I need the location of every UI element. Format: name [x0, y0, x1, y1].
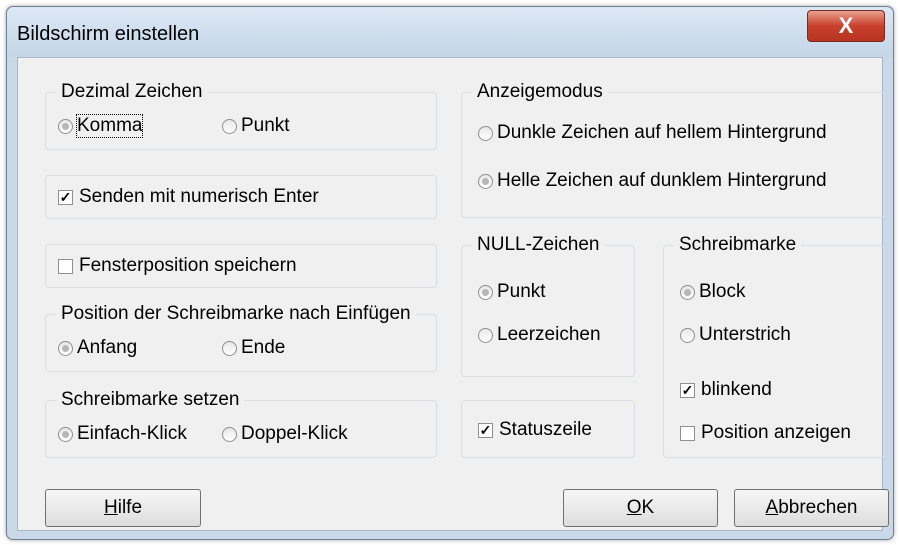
dialog-client-area: Dezimal Zeichen Komma Punkt ✓ Senden mit…	[17, 57, 889, 531]
checkbox-blinkend-label: blinkend	[701, 379, 772, 400]
close-icon: X	[838, 13, 854, 38]
checkbox-position-anzeigen[interactable]: Position anzeigen	[680, 422, 851, 444]
radio-icon	[222, 426, 237, 442]
abbrechen-label-rest: bbrechen	[778, 497, 858, 518]
dezimal-zeichen-group: Dezimal Zeichen Komma Punkt	[45, 81, 437, 150]
radio-icon	[680, 327, 695, 343]
schreibmarke-setzen-legend: Schreibmarke setzen	[56, 389, 245, 411]
radio-dunkle-zeichen-label: Dunkle Zeichen auf hellem Hintergrund	[497, 122, 827, 143]
close-button[interactable]: X	[807, 10, 885, 42]
checkbox-statuszeile[interactable]: ✓ Statuszeile	[478, 419, 592, 441]
radio-anfang[interactable]: Anfang	[58, 337, 137, 359]
hilfe-label-rest: ilfe	[117, 497, 143, 518]
checkbox-senden-label: Senden mit numerisch Enter	[79, 186, 319, 207]
position-nach-einfuegen-group: Position der Schreibmarke nach Einfügen …	[45, 303, 437, 372]
radio-block-label: Block	[699, 281, 746, 302]
radio-selected-icon	[58, 426, 73, 442]
fensterposition-group: Fensterposition speichern	[45, 244, 437, 288]
radio-komma-label: Komma	[75, 114, 144, 138]
radio-unterstrich[interactable]: Unterstrich	[680, 324, 791, 346]
radio-null-punkt[interactable]: Punkt	[478, 281, 546, 303]
radio-komma[interactable]: Komma	[58, 114, 144, 138]
radio-icon	[478, 125, 493, 141]
checkbox-checked-icon: ✓	[58, 188, 73, 205]
radio-ende-label: Ende	[241, 337, 286, 358]
radio-selected-icon	[478, 284, 493, 300]
radio-null-punkt-label: Punkt	[497, 281, 546, 302]
radio-icon	[478, 327, 493, 343]
radio-selected-icon	[680, 284, 695, 300]
schreibmarke-setzen-group: Schreibmarke setzen Einfach-Klick Doppel…	[45, 389, 437, 458]
hilfe-mnemonic: H	[103, 497, 118, 518]
radio-punkt-label: Punkt	[241, 115, 290, 136]
null-zeichen-group: NULL-Zeichen Punkt Leerzeichen	[461, 234, 635, 377]
null-zeichen-legend: NULL-Zeichen	[472, 234, 605, 256]
radio-unterstrich-label: Unterstrich	[699, 324, 791, 345]
checkbox-icon	[58, 258, 73, 274]
anzeigemodus-legend: Anzeigemodus	[472, 81, 608, 103]
radio-leerzeichen[interactable]: Leerzeichen	[478, 324, 601, 346]
radio-selected-icon	[478, 173, 493, 189]
checkbox-statuszeile-label: Statuszeile	[499, 419, 592, 440]
schreibmarke-group: Schreibmarke Block Unterstrich ✓ blinken…	[663, 234, 885, 458]
checkbox-position-anzeigen-label: Position anzeigen	[701, 422, 851, 443]
radio-doppel-klick-label: Doppel-Klick	[241, 423, 348, 444]
radio-doppel-klick[interactable]: Doppel-Klick	[222, 423, 348, 445]
checkbox-senden-numerisch-enter[interactable]: ✓ Senden mit numerisch Enter	[58, 186, 319, 208]
radio-ende[interactable]: Ende	[222, 337, 285, 359]
radio-einfach-klick[interactable]: Einfach-Klick	[58, 423, 187, 445]
radio-leerzeichen-label: Leerzeichen	[497, 324, 601, 345]
schreibmarke-legend: Schreibmarke	[674, 234, 802, 256]
hilfe-button[interactable]: Hilfe	[45, 489, 201, 527]
ok-mnemonic: O	[626, 497, 642, 518]
radio-icon	[222, 118, 237, 134]
radio-selected-icon	[58, 340, 73, 356]
title-bar[interactable]: Bildschirm einstellen X	[7, 7, 893, 57]
checkbox-checked-icon: ✓	[478, 421, 493, 438]
checkbox-fensterposition-speichern[interactable]: Fensterposition speichern	[58, 255, 297, 277]
ok-label-rest: K	[641, 497, 655, 518]
abbrechen-button[interactable]: Abbrechen	[734, 489, 889, 527]
dezimal-zeichen-legend: Dezimal Zeichen	[56, 81, 208, 103]
statuszeile-group: ✓ Statuszeile	[461, 400, 635, 458]
abbrechen-mnemonic: A	[765, 497, 779, 518]
radio-helle-zeichen-label: Helle Zeichen auf dunklem Hintergrund	[497, 170, 827, 191]
radio-anfang-label: Anfang	[77, 337, 138, 358]
senden-group: ✓ Senden mit numerisch Enter	[45, 175, 437, 219]
ok-button[interactable]: OK	[563, 489, 718, 527]
radio-dunkle-zeichen[interactable]: Dunkle Zeichen auf hellem Hintergrund	[478, 122, 827, 144]
checkbox-blinkend[interactable]: ✓ blinkend	[680, 379, 772, 401]
radio-block[interactable]: Block	[680, 281, 745, 303]
radio-selected-icon	[58, 118, 73, 134]
anzeigemodus-group: Anzeigemodus Dunkle Zeichen auf hellem H…	[461, 81, 885, 218]
radio-icon	[222, 340, 237, 356]
checkbox-fensterposition-label: Fensterposition speichern	[79, 255, 297, 276]
radio-einfach-klick-label: Einfach-Klick	[77, 423, 187, 444]
window-title: Bildschirm einstellen	[17, 23, 200, 45]
checkbox-checked-icon: ✓	[680, 381, 695, 398]
dialog-window: Bildschirm einstellen X Dezimal Zeichen …	[6, 6, 894, 540]
checkbox-icon	[680, 425, 695, 441]
position-nach-einfuegen-legend: Position der Schreibmarke nach Einfügen	[56, 303, 416, 325]
radio-punkt[interactable]: Punkt	[222, 115, 290, 137]
radio-helle-zeichen[interactable]: Helle Zeichen auf dunklem Hintergrund	[478, 170, 827, 192]
